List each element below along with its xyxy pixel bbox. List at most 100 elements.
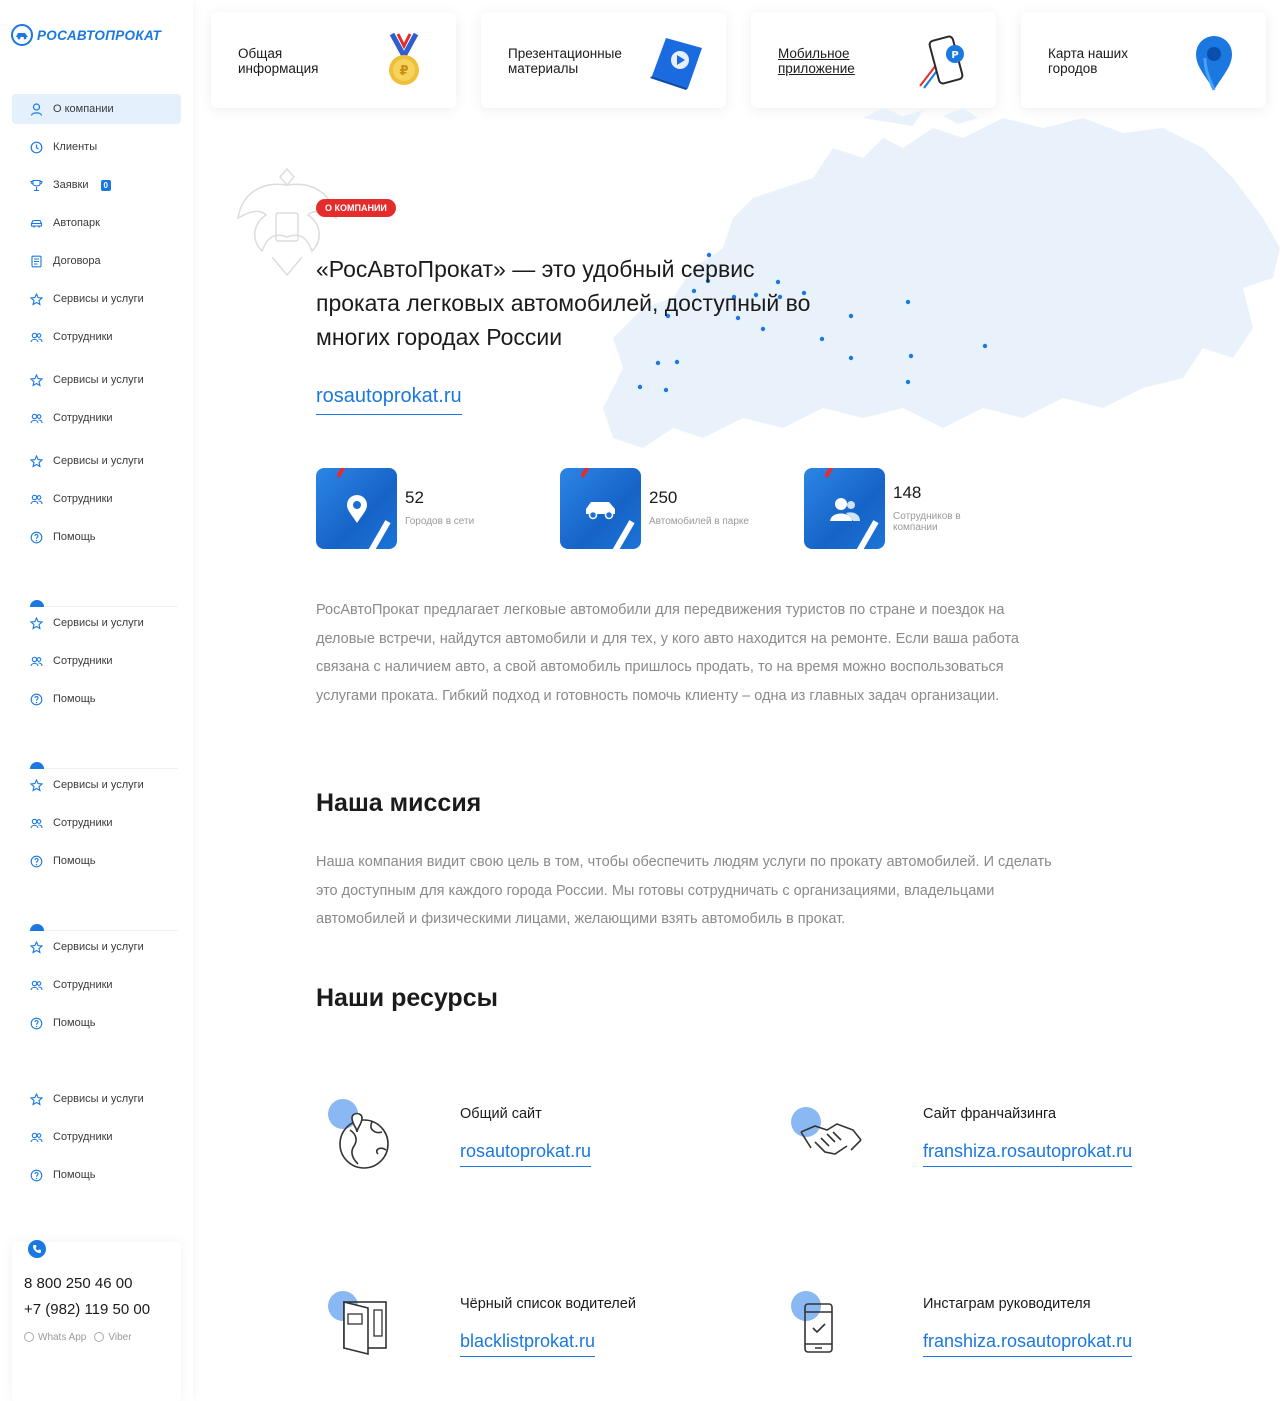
stat-caption: Городов в сети [405, 516, 475, 527]
handshake-icon [791, 1107, 862, 1155]
sidebar-item-label: Сотрудники [53, 817, 113, 829]
sidebar-item-label: Автопарк [53, 217, 100, 229]
users-icon [30, 979, 43, 992]
sidebar-item-label: Сервисы и услуги [53, 455, 144, 467]
stat-tile [804, 468, 885, 549]
divider-dot-icon [30, 762, 44, 769]
phone-number-2[interactable]: +7 (982) 119 50 00 [24, 1301, 150, 1318]
sidebar-item-contracts[interactable]: Договора [12, 246, 181, 276]
resource-title: Сайт франчайзинга [923, 1106, 1057, 1122]
card-label: Презентационные материалы [508, 46, 622, 76]
card-general-info[interactable]: Общая информация ₽ [211, 12, 456, 108]
viber-link[interactable]: Viber [94, 1332, 132, 1343]
sidebar-item-help[interactable]: Помощь [12, 684, 181, 714]
city-dot-icon [637, 384, 643, 390]
sidebar-item-label: Заявки [53, 179, 89, 191]
sidebar-item-label: Сотрудники [53, 412, 113, 424]
sidebar-item-label: Сервисы и услуги [53, 779, 144, 791]
sidebar-item-label: Сотрудники [53, 493, 113, 505]
star-icon [30, 292, 43, 306]
sidebar-item-staff[interactable]: Сотрудники [12, 646, 181, 676]
sidebar-item-clients[interactable]: Клиенты [12, 132, 181, 162]
sidebar-item-services[interactable]: Сервисы и услуги [12, 1084, 181, 1114]
sidebar-item-label: Клиенты [53, 141, 98, 153]
sidebar-item-help[interactable]: Помощь [12, 522, 181, 552]
star-icon [30, 940, 43, 954]
sidebar-item-services[interactable]: Сервисы и услуги [12, 932, 181, 962]
users-icon [30, 331, 43, 344]
globe-icon [328, 1099, 389, 1169]
sidebar-item-label: Сотрудники [53, 655, 113, 667]
resource-link[interactable]: rosautoprokat.ru [460, 1141, 592, 1167]
card-mobile-app[interactable]: Мобильное приложение P [751, 12, 996, 108]
main-site-link[interactable]: rosautoprokat.ru [316, 385, 462, 415]
star-icon [30, 373, 43, 387]
resource-link[interactable]: blacklistprokat.ru [460, 1331, 596, 1357]
sidebar-item-label: Помощь [53, 531, 96, 543]
about-headline: «РосАвтоПрокат» — это удобный сервис про… [316, 256, 811, 350]
resource-title: Чёрный список водителей [460, 1296, 636, 1312]
sidebar-item-services[interactable]: Сервисы и услуги [12, 770, 181, 800]
sidebar-item-services[interactable]: Сервисы и услуги [12, 446, 181, 476]
sidebar-item-requests[interactable]: Заявки 0 [12, 170, 181, 200]
mobile-phone-icon: P [919, 35, 964, 89]
users-icon [30, 412, 43, 425]
sidebar-item-services[interactable]: Сервисы и услуги [12, 284, 181, 314]
card-cities-map[interactable]: Карта наших городов [1021, 12, 1266, 108]
users-icon [30, 1131, 43, 1144]
sidebar-item-staff[interactable]: Сотрудники [12, 322, 181, 352]
sidebar-item-help[interactable]: Помощь [12, 846, 181, 876]
requests-count-badge: 0 [100, 179, 111, 191]
resource-link[interactable]: franshiza.rosautoprokat.ru [923, 1331, 1133, 1357]
sidebar-item-label: Помощь [53, 855, 96, 867]
map-pin-icon [1196, 36, 1232, 91]
divider-dot-icon [30, 600, 44, 607]
mission-paragraph: Наша компания видит свою цель в том, что… [316, 854, 1052, 928]
phone-icon [28, 1240, 46, 1258]
sidebar-item-about[interactable]: О компании [12, 94, 181, 124]
city-dot-icon [848, 313, 854, 319]
sidebar-item-label: Сервисы и услуги [53, 374, 144, 386]
users-icon [30, 655, 43, 668]
sidebar-item-fleet[interactable]: Автопарк [12, 208, 181, 238]
resource-title: Инстаграм руководителя [923, 1296, 1091, 1312]
sidebar-item-label: Сервисы и услуги [53, 941, 144, 953]
door-icon [328, 1291, 387, 1356]
resource-title: Общий сайт [460, 1106, 542, 1122]
help-icon [30, 531, 43, 544]
presentation-book-icon [650, 38, 702, 90]
sidebar-item-label: Сотрудники [53, 331, 113, 343]
sidebar-item-staff[interactable]: Сотрудники [12, 484, 181, 514]
sidebar-item-staff[interactable]: Сотрудники [12, 403, 181, 433]
card-presentations[interactable]: Презентационные материалы [481, 12, 726, 108]
user-icon [30, 102, 43, 116]
users-icon [30, 817, 43, 830]
logo-text: РОСАВТОПРОКАТ [37, 27, 162, 43]
sidebar-item-help[interactable]: Помощь [12, 1160, 181, 1190]
sidebar-item-label: Сервисы и услуги [53, 293, 144, 305]
phone-number-1[interactable]: 8 800 250 46 00 [24, 1275, 132, 1292]
sidebar-item-label: Помощь [53, 1169, 96, 1181]
resource-link[interactable]: franshiza.rosautoprokat.ru [923, 1141, 1133, 1167]
sidebar-item-label: Сотрудники [53, 1131, 113, 1143]
stat-tile [316, 468, 397, 549]
sidebar-item-services[interactable]: Сервисы и услуги [12, 365, 181, 395]
car-icon [30, 217, 43, 230]
resources-heading: Наши ресурсы [316, 984, 498, 1012]
city-dot-icon [674, 359, 680, 365]
sidebar-item-staff[interactable]: Сотрудники [12, 970, 181, 1000]
sidebar-item-staff[interactable]: Сотрудники [12, 1122, 181, 1152]
sidebar: РОСАВТОПРОКАТ О компании Клиенты Заявки … [0, 0, 193, 1401]
sidebar-item-help[interactable]: Помощь [12, 1008, 181, 1038]
stat-tile [560, 468, 641, 549]
star-icon [30, 616, 43, 630]
logo[interactable]: РОСАВТОПРОКАТ [11, 24, 161, 46]
phone-icon [791, 1291, 833, 1353]
whatsapp-link[interactable]: Whats App [24, 1332, 86, 1343]
sidebar-item-label: Сервисы и услуги [53, 1093, 144, 1105]
medal-icon: ₽ [389, 32, 419, 85]
sidebar-item-staff[interactable]: Сотрудники [12, 808, 181, 838]
sidebar-item-label: Сотрудники [53, 979, 113, 991]
sidebar-item-services[interactable]: Сервисы и услуги [12, 608, 181, 638]
users-icon [30, 493, 43, 506]
